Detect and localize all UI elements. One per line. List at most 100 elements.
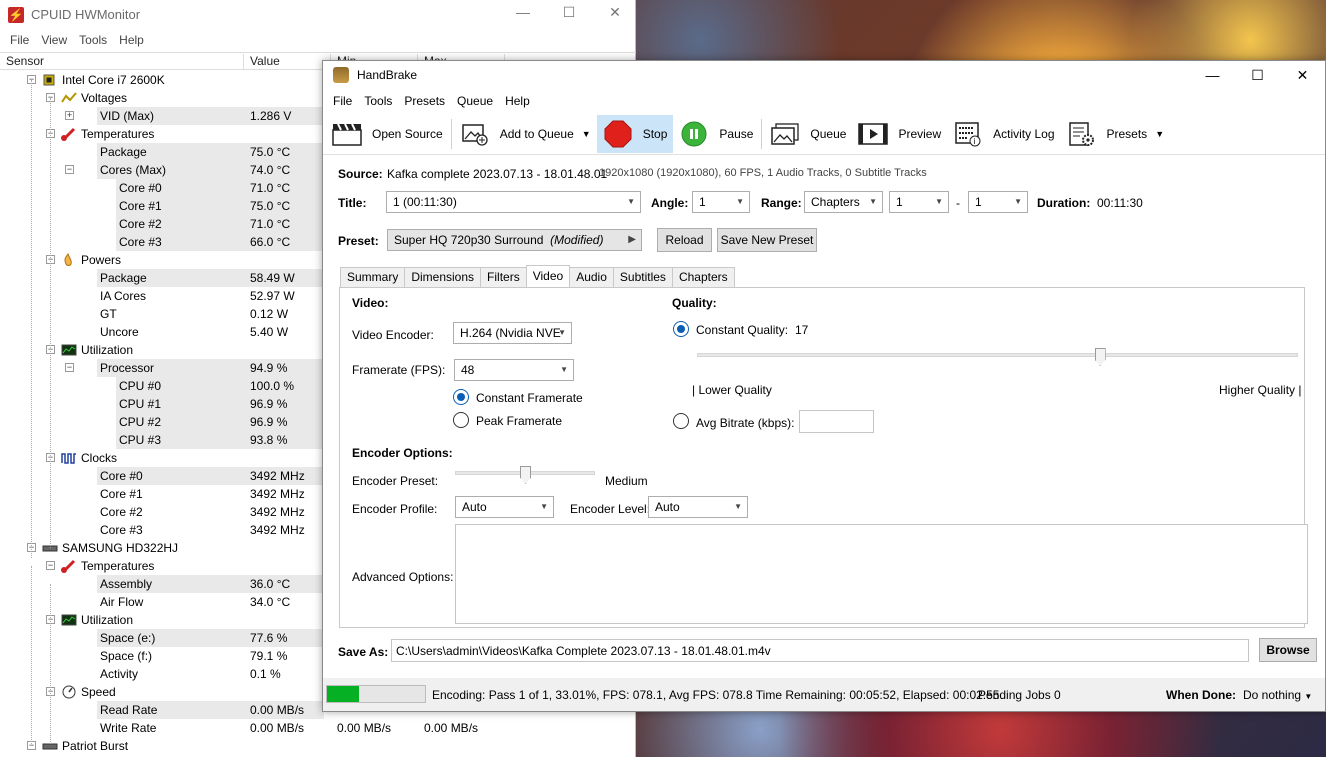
title-label: Title:: [338, 196, 367, 210]
menu-presets[interactable]: Presets: [398, 94, 451, 108]
menu-help[interactable]: Help: [113, 33, 150, 47]
higher-quality-label: Higher Quality |: [1219, 383, 1302, 397]
handbrake-window: HandBrake — ☐ ✕ File Tools Presets Queue…: [322, 60, 1326, 712]
save-new-preset-button[interactable]: Save New Preset: [717, 228, 817, 252]
close-icon[interactable]: ✕: [592, 4, 638, 21]
add-to-queue-button[interactable]: Add to Queue ▼: [454, 115, 597, 153]
sensor-label: CPU #0: [116, 377, 244, 395]
when-done-select[interactable]: Do nothing ▼: [1243, 688, 1312, 702]
sensor-label: CPU #3: [116, 431, 244, 449]
encoder-level-select[interactable]: Auto ▼: [648, 496, 748, 518]
column-value[interactable]: Value: [244, 54, 331, 70]
sensor-row[interactable]: Write Rate 0.00 MB/s 0.00 MB/s 0.00 MB/s: [0, 719, 636, 737]
constant-quality-value: 17: [795, 323, 809, 337]
minimize-icon[interactable]: —: [1190, 61, 1235, 89]
constant-framerate-radio[interactable]: [453, 389, 469, 405]
angle-select[interactable]: 1 ▼: [692, 191, 750, 213]
settings-tabs: Summary Dimensions Filters Video Audio S…: [340, 265, 735, 287]
avg-bitrate-radio[interactable]: [673, 413, 689, 429]
power-icon: [61, 252, 75, 267]
queue-button[interactable]: Queue: [764, 115, 852, 153]
collapse-icon[interactable]: −: [65, 363, 74, 372]
preview-label: Preview: [898, 126, 942, 141]
encoder-level-label: Encoder Level:: [570, 502, 651, 516]
sensor-label: Intel Core i7 2600K: [62, 73, 165, 87]
video-tab-panel: Video: Video Encoder: H.264 (Nvidia NVE …: [339, 287, 1308, 628]
quality-slider-track[interactable]: [697, 353, 1298, 357]
sensor-value: 34.0 °C: [250, 595, 291, 609]
chevron-down-icon[interactable]: ▼: [1155, 129, 1164, 139]
menu-file[interactable]: File: [4, 33, 35, 47]
activity-log-icon: i: [953, 121, 983, 147]
thermometer-icon: [61, 127, 76, 141]
encoder-preset-slider-thumb[interactable]: [520, 466, 531, 484]
maximize-icon[interactable]: ☐: [546, 4, 592, 21]
open-source-button[interactable]: Open Source: [326, 115, 449, 153]
handbrake-logo-icon: [333, 67, 349, 83]
tab-filters[interactable]: Filters: [480, 267, 527, 287]
sensor-label: Utilization: [81, 613, 134, 627]
presets-button[interactable]: Presets ▼: [1061, 115, 1171, 153]
range-start-select[interactable]: 1 ▼: [889, 191, 949, 213]
activity-log-label: Activity Log: [993, 126, 1055, 141]
presets-gear-icon: [1067, 121, 1097, 147]
menu-tools[interactable]: Tools: [358, 94, 398, 108]
handbrake-titlebar[interactable]: HandBrake: [323, 61, 1325, 89]
pause-button[interactable]: Pause: [673, 115, 759, 153]
chevron-down-icon[interactable]: ▼: [582, 129, 591, 139]
column-sensor[interactable]: Sensor: [0, 54, 244, 70]
minimize-icon[interactable]: —: [500, 4, 546, 21]
constant-quality-radio[interactable]: [673, 321, 689, 337]
menu-help[interactable]: Help: [499, 94, 536, 108]
preview-button[interactable]: Preview: [852, 115, 947, 153]
sensor-label: Core #0: [97, 467, 244, 485]
collapse-icon[interactable]: −: [65, 165, 74, 174]
peak-framerate-label[interactable]: Peak Framerate: [476, 414, 562, 428]
angle-label: Angle:: [651, 196, 689, 210]
tab-summary[interactable]: Summary: [340, 267, 406, 287]
avg-bitrate-input[interactable]: [799, 410, 874, 433]
constant-quality-label[interactable]: Constant Quality:: [696, 323, 788, 337]
menu-file[interactable]: File: [327, 94, 358, 108]
utilization-icon: [61, 613, 77, 627]
avg-bitrate-label[interactable]: Avg Bitrate (kbps):: [696, 416, 794, 430]
title-select-value: 1 (00:11:30): [393, 195, 457, 209]
video-encoder-select[interactable]: H.264 (Nvidia NVE ▼: [453, 322, 572, 344]
tab-video[interactable]: Video: [525, 265, 571, 287]
framerate-select[interactable]: 48 ▼: [454, 359, 574, 381]
expand-icon[interactable]: +: [65, 111, 74, 120]
range-type-select[interactable]: Chapters ▼: [804, 191, 883, 213]
tab-subtitles[interactable]: Subtitles: [612, 267, 673, 287]
peak-framerate-radio[interactable]: [453, 412, 469, 428]
reload-button[interactable]: Reload: [657, 228, 712, 252]
advanced-options-textarea[interactable]: [455, 524, 1308, 624]
sensor-value: 79.1 %: [250, 649, 288, 663]
menu-tools[interactable]: Tools: [73, 33, 113, 47]
activity-log-button[interactable]: i Activity Log: [947, 115, 1060, 153]
sensor-value: 36.0 °C: [250, 577, 291, 591]
save-as-path-input[interactable]: C:\Users\admin\Videos\Kafka Complete 202…: [391, 639, 1249, 662]
voltage-icon: [61, 91, 77, 105]
tab-audio[interactable]: Audio: [569, 267, 614, 287]
tab-chapters[interactable]: Chapters: [671, 267, 735, 287]
when-done-value: Do nothing: [1243, 688, 1302, 702]
sensor-label: Core #2: [100, 505, 143, 519]
constant-framerate-label[interactable]: Constant Framerate: [476, 391, 583, 405]
sensor-row[interactable]: − Patriot Burst: [0, 737, 636, 755]
browse-button[interactable]: Browse: [1259, 638, 1317, 662]
preset-select[interactable]: Super HQ 720p30 Surround (Modified) ▶: [387, 229, 642, 251]
maximize-icon[interactable]: ☐: [1235, 61, 1280, 89]
menu-queue[interactable]: Queue: [451, 94, 499, 108]
close-icon[interactable]: ✕: [1280, 61, 1325, 89]
pending-jobs-text: Pending Jobs 0: [978, 688, 1061, 702]
chevron-down-icon: ▼: [558, 328, 566, 337]
title-select[interactable]: 1 (00:11:30) ▼: [386, 191, 641, 213]
range-end-select[interactable]: 1 ▼: [968, 191, 1028, 213]
stop-button[interactable]: Stop: [596, 114, 674, 153]
quality-slider-thumb[interactable]: [1094, 348, 1106, 366]
sensor-label: Patriot Burst: [62, 739, 129, 753]
menu-view[interactable]: View: [35, 33, 73, 47]
collapse-icon[interactable]: −: [46, 561, 55, 570]
tab-dimensions[interactable]: Dimensions: [404, 267, 482, 287]
encoder-profile-select[interactable]: Auto ▼: [455, 496, 554, 518]
